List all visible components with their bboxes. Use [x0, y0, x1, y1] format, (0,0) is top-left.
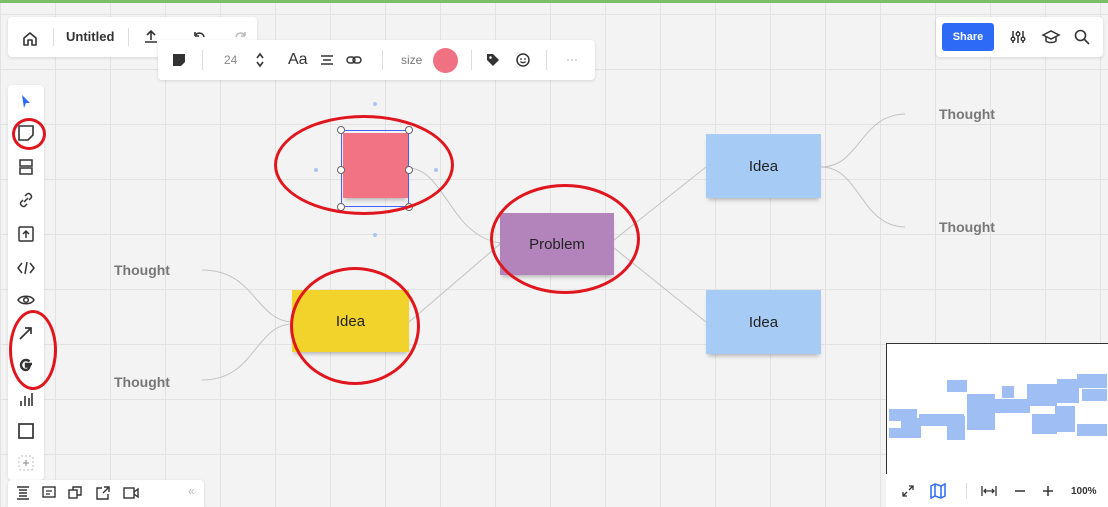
highlight-ellipse	[490, 184, 640, 294]
divider	[966, 483, 967, 499]
fit-to-screen-icon[interactable]	[980, 483, 998, 499]
tag-icon[interactable]	[484, 51, 502, 69]
sticky-note-label: Idea	[748, 313, 779, 331]
connector	[201, 323, 293, 381]
map-icon[interactable]	[928, 481, 948, 501]
sticky-note-idea-bottom[interactable]: Idea	[706, 290, 821, 354]
learning-center-icon[interactable]	[1040, 27, 1062, 47]
top-right-panel: Share	[936, 17, 1103, 57]
connection-dot[interactable]	[373, 233, 377, 237]
chart-tool-icon[interactable]	[14, 387, 38, 411]
comments-icon[interactable]	[40, 484, 58, 502]
format-toolbar: 24 Aa size ···	[158, 40, 595, 80]
zoom-level[interactable]: 100%	[1071, 486, 1097, 497]
thought-text[interactable]: Thought	[939, 106, 995, 122]
more-tools-icon[interactable]	[14, 451, 38, 475]
divider	[202, 50, 203, 70]
more-options-button[interactable]: ···	[566, 52, 578, 66]
navigator-controls: 100%	[886, 474, 1108, 507]
templates-tool-icon[interactable]	[14, 155, 38, 179]
align-text-icon[interactable]	[318, 51, 336, 69]
settings-sliders-icon[interactable]	[1008, 27, 1028, 47]
zoom-in-icon[interactable]	[1040, 483, 1056, 499]
divider	[128, 28, 129, 46]
divider	[546, 50, 547, 70]
thought-text[interactable]: Thought	[114, 374, 170, 390]
chat-icon[interactable]	[66, 484, 84, 502]
connection-dot[interactable]	[373, 102, 377, 106]
collapse-toolbar-button[interactable]: «	[188, 484, 195, 498]
embed-tool-icon[interactable]	[14, 256, 38, 280]
divider	[382, 50, 383, 70]
frame-tool-icon[interactable]	[14, 419, 38, 443]
minimap-panel[interactable]	[886, 343, 1108, 474]
highlight-ellipse	[274, 115, 454, 215]
highlight-ellipse	[9, 310, 57, 390]
color-swatch[interactable]	[433, 48, 458, 73]
connector	[820, 166, 906, 228]
sticky-note-label: Idea	[748, 157, 779, 175]
link-icon[interactable]	[344, 51, 364, 69]
thought-text[interactable]: Thought	[939, 219, 995, 235]
connector	[820, 113, 906, 168]
fullscreen-icon[interactable]	[900, 483, 916, 499]
fill-color-icon[interactable]	[170, 51, 188, 69]
board-title[interactable]: Untitled	[66, 29, 114, 44]
share-screen-icon[interactable]	[94, 484, 112, 502]
connector	[408, 243, 501, 323]
highlight-ellipse	[12, 118, 46, 150]
size-label: size	[401, 53, 423, 67]
font-size-stepper-icon[interactable]	[254, 50, 266, 70]
sticky-note-idea-top[interactable]: Idea	[706, 134, 821, 198]
home-icon[interactable]	[18, 27, 42, 51]
search-icon[interactable]	[1072, 27, 1092, 47]
reactions-tool-icon[interactable]	[14, 288, 38, 312]
highlight-ellipse	[290, 267, 420, 385]
divider	[53, 28, 54, 46]
divider	[471, 50, 472, 70]
share-button[interactable]: Share	[942, 23, 994, 51]
outline-icon[interactable]	[14, 484, 32, 502]
link-tool-icon[interactable]	[14, 188, 38, 212]
emoji-icon[interactable]	[514, 51, 532, 69]
select-tool-icon[interactable]	[14, 90, 38, 114]
video-call-icon[interactable]	[122, 484, 140, 502]
connector	[201, 269, 293, 323]
font-style-button[interactable]: Aa	[288, 51, 308, 69]
upload-tool-icon[interactable]	[14, 222, 38, 246]
minimap-preview	[889, 374, 1107, 440]
thought-text[interactable]: Thought	[114, 262, 170, 278]
zoom-out-icon[interactable]	[1012, 483, 1028, 499]
font-size-value[interactable]: 24	[224, 53, 237, 67]
